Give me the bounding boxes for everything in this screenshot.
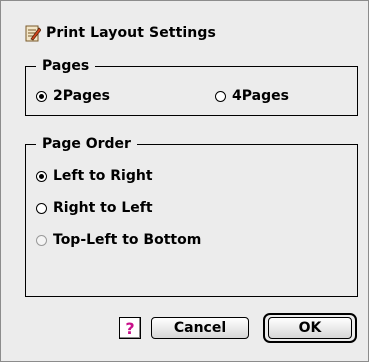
pages-group-legend: Pages [36, 57, 96, 75]
help-question-icon: ? [125, 318, 135, 338]
cancel-button[interactable]: Cancel [151, 317, 249, 339]
radio-label: Right to Left [53, 200, 153, 216]
radio-dot[interactable] [215, 90, 226, 102]
document-pen-icon [25, 25, 41, 42]
radio-2pages[interactable]: 2Pages [36, 87, 110, 105]
radio-top-left-to-bottom: Top-Left to Bottom [36, 231, 201, 249]
radio-4pages[interactable]: 4Pages [215, 87, 289, 105]
radio-left-to-right[interactable]: Left to Right [36, 167, 153, 185]
radio-dot[interactable] [36, 170, 47, 182]
radio-dot[interactable] [36, 202, 47, 214]
dialog-title-row: Print Layout Settings [25, 23, 216, 43]
ok-button-default-ring: OK [263, 313, 357, 343]
ok-button[interactable]: OK [268, 317, 352, 339]
radio-label: 4Pages [232, 88, 289, 104]
radio-label: Left to Right [53, 168, 153, 184]
radio-label: Top-Left to Bottom [53, 232, 202, 248]
pages-group: Pages 2Pages 4Pages [25, 57, 358, 116]
radio-label: 2Pages [53, 88, 110, 104]
page-order-group-legend: Page Order [36, 135, 137, 153]
radio-dot [36, 234, 47, 246]
help-button[interactable]: ? [119, 317, 141, 339]
dialog-title: Print Layout Settings [46, 25, 216, 41]
radio-dot[interactable] [36, 90, 47, 102]
print-layout-dialog: Print Layout Settings Pages 2Pages 4Page… [0, 0, 369, 362]
page-order-group: Page Order Left to Right Right to Left T… [25, 135, 358, 297]
radio-right-to-left[interactable]: Right to Left [36, 199, 153, 217]
